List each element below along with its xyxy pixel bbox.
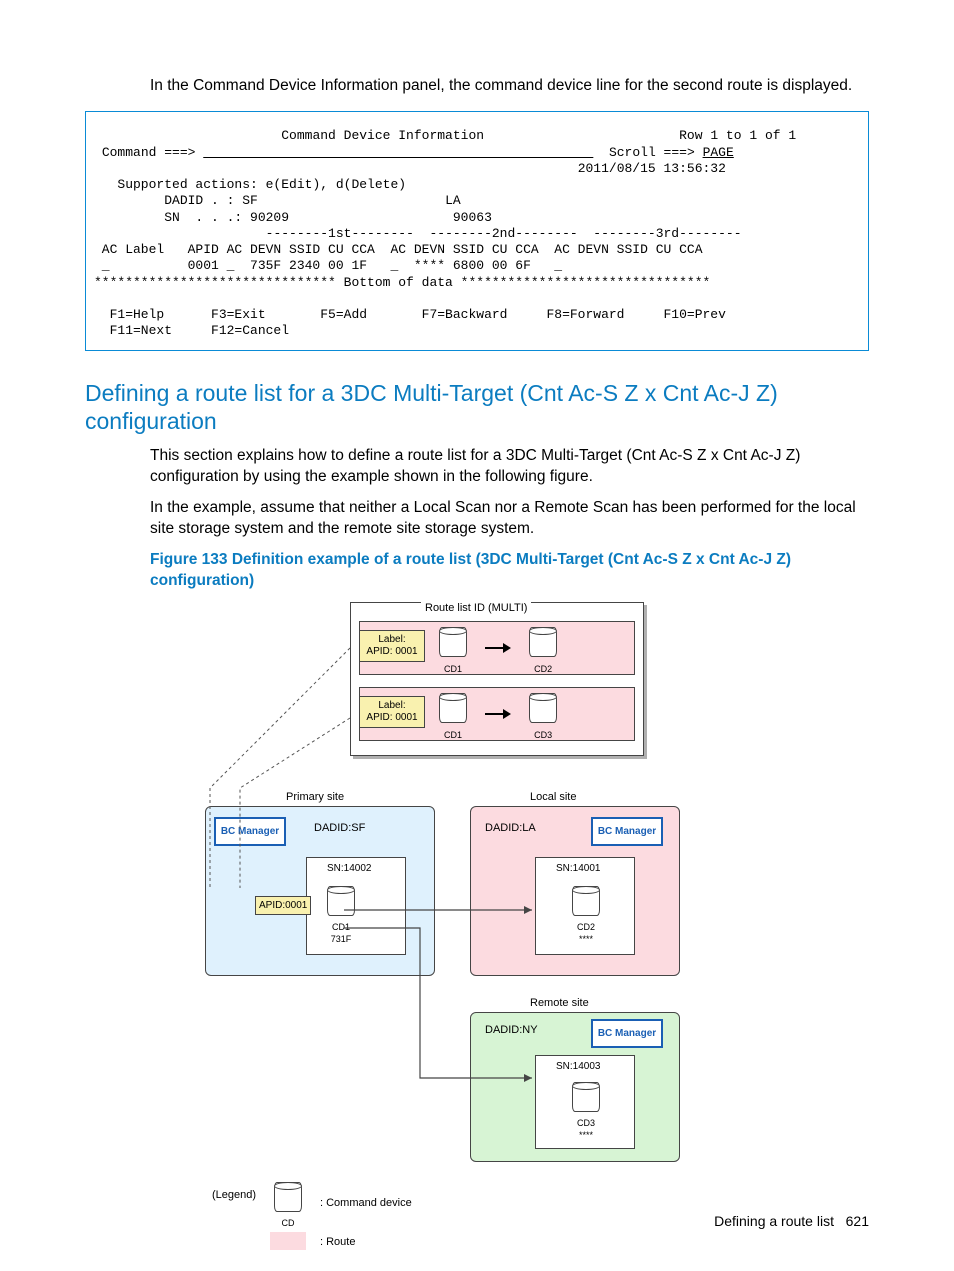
arrow-icon [485, 643, 511, 653]
term-dash: --------1st-------- --------2nd-------- … [266, 226, 742, 241]
term-fkeys1: F1=Help F3=Exit F5=Add F7=Backward F8=Fo… [94, 307, 726, 322]
term-supported: Supported actions: e(Edit), d(Delete) [117, 177, 406, 192]
term-rowinfo: Row 1 to 1 of 1 [679, 128, 796, 143]
term-title: Command Device Information [281, 128, 484, 143]
term-fkeys2: F11=Next F12=Cancel [94, 323, 289, 338]
term-cmd-label: Command ===> [102, 145, 196, 160]
term-sn-la: 90063 [453, 210, 492, 225]
term-scroll-label: Scroll ===> [609, 145, 695, 160]
section-heading: Defining a route list for a 3DC Multi-Ta… [85, 379, 869, 437]
route-tag1-l1: Label: [378, 634, 405, 645]
intro-text: In the Command Device Information panel,… [150, 76, 869, 97]
figure-diagram: Route list ID (MULTI) Label: APID: 0001 … [150, 598, 710, 1268]
route-tag2-l2: APID: 0001 [366, 712, 417, 723]
paragraph-1: This section explains how to define a ro… [150, 446, 869, 488]
route-list-box: Route list ID (MULTI) Label: APID: 0001 … [350, 602, 644, 756]
route2-cd1: CD1 [432, 693, 474, 741]
page-footer: Defining a route list 621 [714, 1212, 869, 1231]
terminal-panel: Command Device Information Row 1 to 1 of… [85, 111, 869, 350]
term-colhead: AC Label APID AC DEVN SSID CU CCA AC DEV… [94, 242, 703, 257]
route1-cd1: CD1 [432, 627, 474, 675]
route-row-2: Label: APID: 0001 CD1 CD3 [359, 687, 635, 741]
term-timestamp: 2011/08/15 13:56:32 [578, 161, 726, 176]
route-row-1: Label: APID: 0001 CD1 CD2 [359, 621, 635, 675]
term-scroll-val[interactable]: PAGE [703, 145, 734, 160]
term-data: _ 0001 _ 735F 2340 00 1F _ **** 6800 00 … [94, 258, 562, 273]
term-sn: SN . . .: 90209 [164, 210, 289, 225]
route1-cd2: CD2 [522, 627, 564, 675]
route-tag-1: Label: APID: 0001 [359, 630, 425, 662]
route-tag2-l1: Label: [378, 700, 405, 711]
route2-cd3: CD3 [522, 693, 564, 741]
route-list-id: Route list ID (MULTI) [421, 601, 531, 615]
route-tag1-l2: APID: 0001 [366, 646, 417, 657]
term-dadid: DADID . : SF [164, 193, 258, 208]
footer-label: Defining a route list [714, 1213, 834, 1229]
terminal-content: Command Device Information Row 1 to 1 of… [94, 128, 860, 339]
term-bottom: ******************************* Bottom o… [94, 275, 710, 290]
footer-page: 621 [846, 1213, 869, 1229]
term-dadid-la: LA [445, 193, 461, 208]
figure-caption: Figure 133 Definition example of a route… [150, 550, 869, 592]
route-tag-2: Label: APID: 0001 [359, 696, 425, 728]
arrow-icon [485, 709, 511, 719]
term-cmd-input[interactable] [203, 145, 593, 160]
paragraph-2: In the example, assume that neither a Lo… [150, 498, 869, 540]
